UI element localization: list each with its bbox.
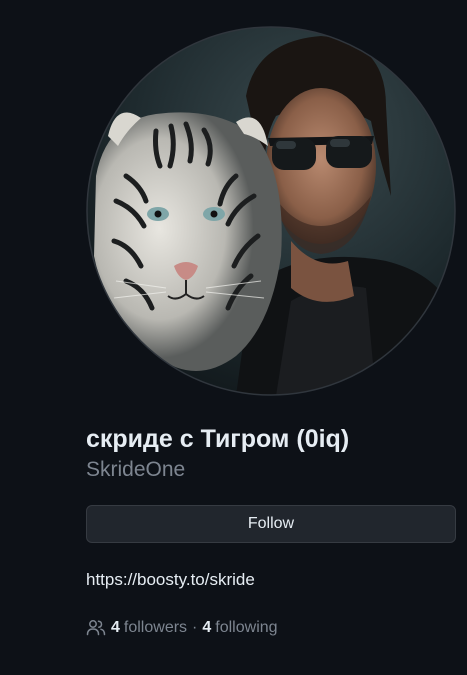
username: SkrideOne bbox=[86, 458, 186, 481]
followers-label: followers bbox=[123, 619, 188, 636]
profile-avatar[interactable] bbox=[86, 26, 456, 396]
stats-separator: · bbox=[192, 619, 198, 636]
people-icon bbox=[86, 620, 106, 636]
display-name: скриде с Тигром (0iq) bbox=[86, 425, 350, 453]
follow-button[interactable]: Follow bbox=[86, 505, 456, 543]
following-count: 4 bbox=[202, 619, 212, 636]
followers-count: 4 bbox=[111, 619, 120, 636]
avatar bbox=[86, 26, 456, 396]
profile-website-link[interactable]: https://boosty.to/skride bbox=[86, 568, 255, 592]
following-label: following bbox=[215, 619, 278, 636]
followers-link[interactable]: 4 followers bbox=[111, 617, 187, 639]
following-link[interactable]: 4 following bbox=[202, 617, 277, 639]
follow-stats: 4 followers · 4 following bbox=[86, 617, 278, 639]
profile-names: скриде с Тигром (0iq) SkrideOne bbox=[86, 424, 461, 484]
